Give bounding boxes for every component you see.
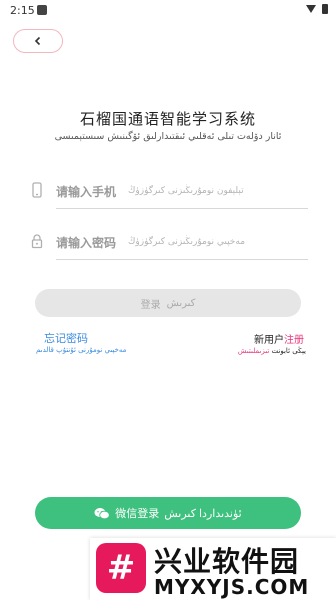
register-sub-prefix: يېڭى ئابونت xyxy=(271,347,306,355)
forgot-password-sub: مەخپىي نومۇرنى ئۇنتۇپ قالدىم xyxy=(36,346,127,354)
watermark-url: MYXYJS.COM xyxy=(154,575,310,599)
status-time: 2:15 xyxy=(10,4,35,17)
phone-placeholder: 请输入手机 xyxy=(56,185,117,199)
login-button-label: 登录 xyxy=(140,299,161,311)
register-prompt: 新用户注册 xyxy=(254,331,304,346)
phone-placeholder-ug: تېلېفون نومۇرىڭىزنى كىرگۈزۈڭ xyxy=(128,186,244,196)
register-sub: يېڭى ئابونت تىزىملىتىش xyxy=(238,347,306,355)
password-placeholder: 请输入密码 xyxy=(56,236,117,250)
watermark-logo: # xyxy=(96,543,146,593)
forgot-password-link[interactable]: 忘记密码 xyxy=(44,330,88,346)
status-bar: 2:15 xyxy=(0,0,336,22)
chevron-left-icon xyxy=(34,36,41,46)
register-link[interactable]: 注册 xyxy=(284,335,304,346)
wechat-icon xyxy=(94,507,110,519)
watermark-title: 兴业软件园 xyxy=(154,545,300,578)
password-placeholder-ug: مەخپىي نومۇرىڭىزنى كىرگۈزۈڭ xyxy=(128,237,246,247)
back-button[interactable] xyxy=(13,29,63,53)
login-button-sub: كىرىش xyxy=(166,297,196,309)
battery-icon xyxy=(322,4,328,14)
page-title: 石榴国通语智能学习系统 xyxy=(79,110,256,128)
notification-icon xyxy=(37,5,47,15)
wifi-icon xyxy=(306,5,316,13)
phone-icon xyxy=(32,182,42,198)
login-button[interactable]: 登录 كىرىش xyxy=(35,289,301,317)
new-user-label: 新用户 xyxy=(254,335,284,346)
register-sub-action[interactable]: تىزىملىتىش xyxy=(238,347,270,355)
wechat-login-label: 微信登录 xyxy=(115,508,160,520)
status-icons xyxy=(306,4,328,14)
wechat-login-sub: ئۈندىداردا كىرىش xyxy=(164,507,242,520)
wechat-login-button[interactable]: 微信登录 ئۈندىداردا كىرىش xyxy=(35,497,301,529)
watermark: # 兴业软件园 MYXYJS.COM xyxy=(90,538,336,600)
lock-icon xyxy=(31,234,43,249)
page-subtitle: ئانار دۆلەت تىلى ئەقلىي ئىقتىدارلىق ئۆگى… xyxy=(54,131,282,142)
